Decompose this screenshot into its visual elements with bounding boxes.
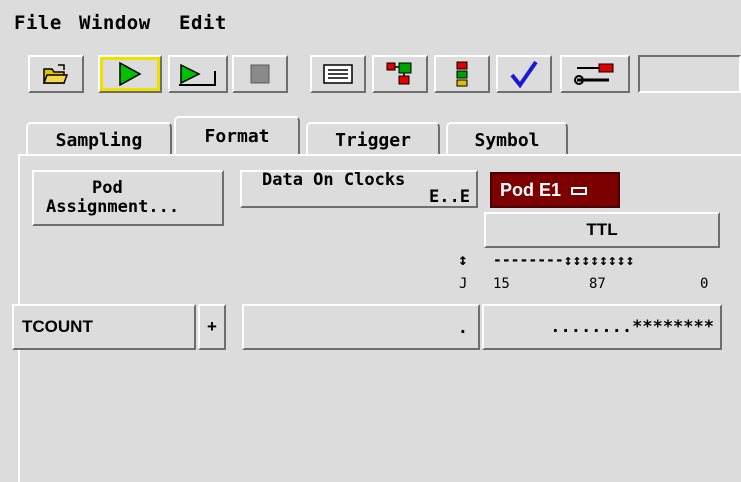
tab-format[interactable]: Format xyxy=(174,116,300,154)
run-repetitive-icon xyxy=(179,63,216,86)
run-repetitive-button[interactable] xyxy=(168,55,228,93)
bit-indicators: --------↕↕↕↕↕↕↕↕ xyxy=(493,252,635,269)
toolbar xyxy=(8,46,741,106)
menu-file[interactable]: File xyxy=(14,12,62,34)
open-button[interactable] xyxy=(28,55,84,93)
clock-label: J xyxy=(459,276,468,292)
tab-symbol-label: Symbol xyxy=(474,129,540,151)
tools-button[interactable] xyxy=(560,55,630,93)
data-on-clocks-line2: E..E xyxy=(429,187,470,207)
open-folder-icon xyxy=(42,64,69,84)
bit-assign-field[interactable]: ........******** xyxy=(482,304,722,350)
bit-0-label: 0 xyxy=(700,276,709,292)
pod-e1-label: Pod E1 xyxy=(500,179,562,200)
checkmark-button[interactable] xyxy=(496,55,552,93)
toolbar-field[interactable] xyxy=(638,55,741,93)
bit-assign-value: ........******** xyxy=(550,317,714,337)
tab-trigger-label: Trigger xyxy=(335,129,411,151)
tab-symbol[interactable]: Symbol xyxy=(446,122,568,156)
bit-15-label: 15 xyxy=(493,276,510,292)
add-label-button[interactable]: + xyxy=(198,304,226,350)
bit-87-label: 87 xyxy=(589,276,606,292)
data-on-clocks-button[interactable]: Data On Clocks E..E xyxy=(240,170,478,208)
threshold-button[interactable]: TTL xyxy=(484,212,720,248)
run-icon xyxy=(119,61,142,87)
status-button[interactable] xyxy=(434,55,490,93)
tab-sampling-label: Sampling xyxy=(55,129,143,151)
system-overview-icon xyxy=(386,62,412,85)
add-label-icon: + xyxy=(207,317,217,336)
pod-assignment-line2: Assignment... xyxy=(46,197,180,217)
threshold-label: TTL xyxy=(586,220,618,239)
menu-window[interactable]: Window xyxy=(79,12,151,34)
menu-bar: File Window Edit xyxy=(0,0,741,44)
clock-assign-field[interactable]: . xyxy=(242,304,480,350)
overview-button[interactable] xyxy=(372,55,428,93)
tools-icon xyxy=(574,63,614,85)
pod-e1-button[interactable]: Pod E1 xyxy=(490,172,620,208)
stop-icon xyxy=(250,64,270,84)
menu-edit[interactable]: Edit xyxy=(179,12,227,34)
pod-assignment-line1: Pod xyxy=(92,178,123,198)
data-on-clocks-line1: Data On Clocks xyxy=(262,170,406,190)
pod-indicator-icon xyxy=(571,187,588,195)
checkmark-icon xyxy=(510,60,538,88)
tab-trigger[interactable]: Trigger xyxy=(306,122,440,156)
clock-arrow-icon: ↕ xyxy=(458,250,468,269)
tab-sampling[interactable]: Sampling xyxy=(26,122,172,156)
status-icon xyxy=(456,61,468,87)
run-button[interactable] xyxy=(98,55,162,93)
clock-assign-value: . xyxy=(457,318,468,338)
stop-button[interactable] xyxy=(232,55,288,93)
tab-format-label: Format xyxy=(204,125,270,147)
pod-assignment-button[interactable]: Pod Assignment... xyxy=(32,170,224,226)
listing-button[interactable] xyxy=(310,55,366,93)
label-name: TCOUNT xyxy=(22,317,93,336)
label-tcount-button[interactable]: TCOUNT xyxy=(12,304,196,350)
listing-icon xyxy=(323,64,353,84)
